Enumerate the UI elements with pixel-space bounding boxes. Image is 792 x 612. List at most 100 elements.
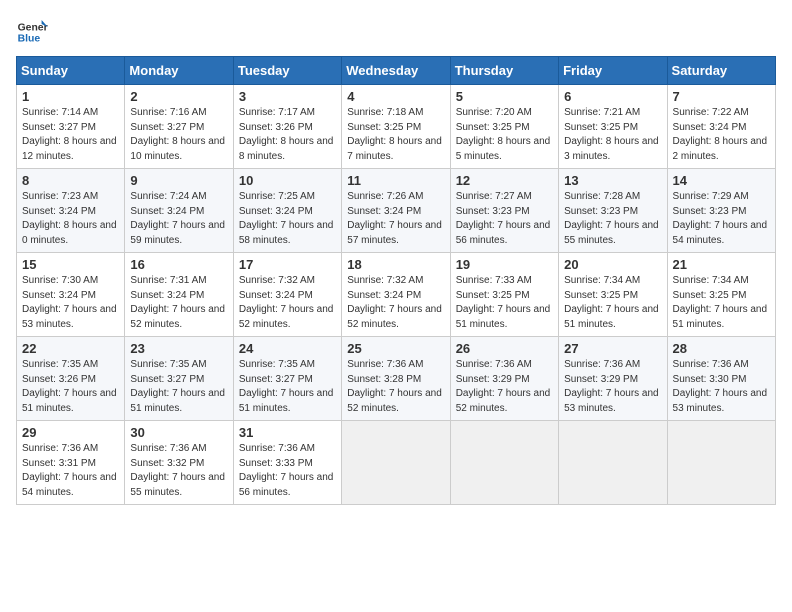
day-info: Sunrise: 7:14 AMSunset: 3:27 PMDaylight:… (22, 107, 117, 162)
weekday-header-friday: Friday (559, 57, 667, 85)
day-number: 4 (347, 89, 444, 104)
calendar-cell: 27 Sunrise: 7:36 AMSunset: 3:29 PMDayligh… (559, 337, 667, 421)
day-number: 16 (130, 257, 227, 272)
day-info: Sunrise: 7:24 AMSunset: 3:24 PMDaylight:… (130, 191, 225, 246)
day-info: Sunrise: 7:22 AMSunset: 3:24 PMDaylight:… (673, 107, 768, 162)
calendar-cell: 14 Sunrise: 7:29 AMSunset: 3:23 PMDayligh… (667, 169, 775, 253)
day-info: Sunrise: 7:16 AMSunset: 3:27 PMDaylight:… (130, 107, 225, 162)
day-info: Sunrise: 7:32 AMSunset: 3:24 PMDaylight:… (347, 275, 442, 330)
day-number: 27 (564, 341, 661, 356)
day-info: Sunrise: 7:23 AMSunset: 3:24 PMDaylight:… (22, 191, 117, 246)
day-number: 30 (130, 425, 227, 440)
day-number: 22 (22, 341, 119, 356)
day-number: 19 (456, 257, 553, 272)
day-info: Sunrise: 7:34 AMSunset: 3:25 PMDaylight:… (673, 275, 768, 330)
day-info: Sunrise: 7:26 AMSunset: 3:24 PMDaylight:… (347, 191, 442, 246)
day-number: 18 (347, 257, 444, 272)
day-number: 10 (239, 173, 336, 188)
day-number: 3 (239, 89, 336, 104)
calendar-cell: 10 Sunrise: 7:25 AMSunset: 3:24 PMDayligh… (233, 169, 341, 253)
calendar-week-1: 1 Sunrise: 7:14 AMSunset: 3:27 PMDaylight… (17, 85, 776, 169)
calendar-cell: 17 Sunrise: 7:32 AMSunset: 3:24 PMDayligh… (233, 253, 341, 337)
day-info: Sunrise: 7:32 AMSunset: 3:24 PMDaylight:… (239, 275, 334, 330)
day-number: 2 (130, 89, 227, 104)
calendar-cell: 20 Sunrise: 7:34 AMSunset: 3:25 PMDayligh… (559, 253, 667, 337)
calendar-cell: 25 Sunrise: 7:36 AMSunset: 3:28 PMDayligh… (342, 337, 450, 421)
day-info: Sunrise: 7:21 AMSunset: 3:25 PMDaylight:… (564, 107, 659, 162)
day-info: Sunrise: 7:20 AMSunset: 3:25 PMDaylight:… (456, 107, 551, 162)
calendar-cell: 18 Sunrise: 7:32 AMSunset: 3:24 PMDayligh… (342, 253, 450, 337)
weekday-header-sunday: Sunday (17, 57, 125, 85)
day-number: 29 (22, 425, 119, 440)
calendar-table: SundayMondayTuesdayWednesdayThursdayFrid… (16, 56, 776, 505)
day-number: 6 (564, 89, 661, 104)
day-info: Sunrise: 7:28 AMSunset: 3:23 PMDaylight:… (564, 191, 659, 246)
day-info: Sunrise: 7:31 AMSunset: 3:24 PMDaylight:… (130, 275, 225, 330)
logo: General Blue (16, 16, 48, 48)
day-info: Sunrise: 7:29 AMSunset: 3:23 PMDaylight:… (673, 191, 768, 246)
calendar-cell: 28 Sunrise: 7:36 AMSunset: 3:30 PMDayligh… (667, 337, 775, 421)
day-info: Sunrise: 7:36 AMSunset: 3:28 PMDaylight:… (347, 359, 442, 414)
calendar-cell: 31Sunrise: 7:36 AMSunset: 3:33 PMDayligh… (233, 421, 341, 505)
calendar-cell: 24Sunrise: 7:35 AMSunset: 3:27 PMDayligh… (233, 337, 341, 421)
weekday-header-row: SundayMondayTuesdayWednesdayThursdayFrid… (17, 57, 776, 85)
calendar-week-4: 22 Sunrise: 7:35 AMSunset: 3:26 PMDayligh… (17, 337, 776, 421)
day-info: Sunrise: 7:33 AMSunset: 3:25 PMDaylight:… (456, 275, 551, 330)
day-number: 20 (564, 257, 661, 272)
calendar-cell: 7 Sunrise: 7:22 AMSunset: 3:24 PMDaylight… (667, 85, 775, 169)
calendar-cell (342, 421, 450, 505)
day-number: 15 (22, 257, 119, 272)
day-info: Sunrise: 7:36 AMSunset: 3:33 PMDaylight:… (239, 443, 334, 498)
weekday-header-thursday: Thursday (450, 57, 558, 85)
day-number: 17 (239, 257, 336, 272)
day-info: Sunrise: 7:36 AMSunset: 3:32 PMDaylight:… (130, 443, 225, 498)
weekday-header-saturday: Saturday (667, 57, 775, 85)
calendar-cell: 16 Sunrise: 7:31 AMSunset: 3:24 PMDayligh… (125, 253, 233, 337)
day-info: Sunrise: 7:30 AMSunset: 3:24 PMDaylight:… (22, 275, 117, 330)
calendar-week-3: 15 Sunrise: 7:30 AMSunset: 3:24 PMDayligh… (17, 253, 776, 337)
day-number: 28 (673, 341, 770, 356)
day-number: 12 (456, 173, 553, 188)
day-number: 25 (347, 341, 444, 356)
calendar-cell (667, 421, 775, 505)
calendar-cell: 6 Sunrise: 7:21 AMSunset: 3:25 PMDaylight… (559, 85, 667, 169)
logo-icon: General Blue (16, 16, 48, 48)
day-info: Sunrise: 7:35 AMSunset: 3:26 PMDaylight:… (22, 359, 117, 414)
calendar-cell: 1 Sunrise: 7:14 AMSunset: 3:27 PMDaylight… (17, 85, 125, 169)
day-number: 23 (130, 341, 227, 356)
calendar-cell: 5 Sunrise: 7:20 AMSunset: 3:25 PMDaylight… (450, 85, 558, 169)
weekday-header-monday: Monday (125, 57, 233, 85)
day-info: Sunrise: 7:36 AMSunset: 3:31 PMDaylight:… (22, 443, 117, 498)
calendar-week-5: 29 Sunrise: 7:36 AMSunset: 3:31 PMDayligh… (17, 421, 776, 505)
day-info: Sunrise: 7:34 AMSunset: 3:25 PMDaylight:… (564, 275, 659, 330)
calendar-cell: 11 Sunrise: 7:26 AMSunset: 3:24 PMDayligh… (342, 169, 450, 253)
calendar-cell: 4 Sunrise: 7:18 AMSunset: 3:25 PMDaylight… (342, 85, 450, 169)
calendar-cell: 13 Sunrise: 7:28 AMSunset: 3:23 PMDayligh… (559, 169, 667, 253)
day-number: 11 (347, 173, 444, 188)
day-info: Sunrise: 7:36 AMSunset: 3:30 PMDaylight:… (673, 359, 768, 414)
day-info: Sunrise: 7:25 AMSunset: 3:24 PMDaylight:… (239, 191, 334, 246)
calendar-cell: 21 Sunrise: 7:34 AMSunset: 3:25 PMDayligh… (667, 253, 775, 337)
calendar-cell: 30 Sunrise: 7:36 AMSunset: 3:32 PMDayligh… (125, 421, 233, 505)
day-number: 21 (673, 257, 770, 272)
page-header: General Blue (16, 16, 776, 48)
calendar-cell: 15 Sunrise: 7:30 AMSunset: 3:24 PMDayligh… (17, 253, 125, 337)
day-number: 7 (673, 89, 770, 104)
day-info: Sunrise: 7:18 AMSunset: 3:25 PMDaylight:… (347, 107, 442, 162)
day-number: 14 (673, 173, 770, 188)
day-number: 24 (239, 341, 336, 356)
svg-text:Blue: Blue (18, 34, 41, 45)
day-number: 8 (22, 173, 119, 188)
day-info: Sunrise: 7:27 AMSunset: 3:23 PMDaylight:… (456, 191, 551, 246)
day-info: Sunrise: 7:36 AMSunset: 3:29 PMDaylight:… (564, 359, 659, 414)
calendar-cell: 2 Sunrise: 7:16 AMSunset: 3:27 PMDaylight… (125, 85, 233, 169)
day-number: 13 (564, 173, 661, 188)
day-number: 26 (456, 341, 553, 356)
calendar-cell: 26Sunrise: 7:36 AMSunset: 3:29 PMDayligh… (450, 337, 558, 421)
day-number: 1 (22, 89, 119, 104)
calendar-cell: 22 Sunrise: 7:35 AMSunset: 3:26 PMDayligh… (17, 337, 125, 421)
day-number: 5 (456, 89, 553, 104)
calendar-cell: 3Sunrise: 7:17 AMSunset: 3:26 PMDaylight… (233, 85, 341, 169)
calendar-cell: 12 Sunrise: 7:27 AMSunset: 3:23 PMDayligh… (450, 169, 558, 253)
calendar-cell (450, 421, 558, 505)
